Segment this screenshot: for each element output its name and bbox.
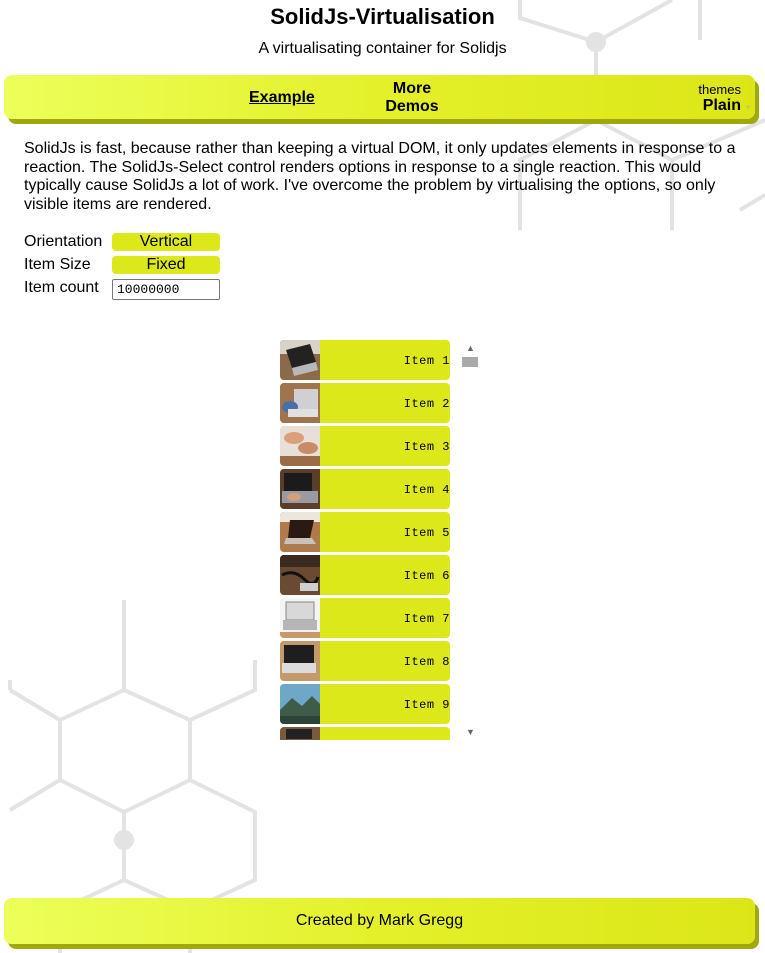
list-item[interactable]: Item 3 <box>280 426 450 466</box>
list-item-label: Item 1 <box>403 354 450 368</box>
open-laptop-photo <box>280 598 320 638</box>
page-title: SolidJs-Virtualisation <box>270 4 495 29</box>
list-item-label: Item 3 <box>403 440 450 454</box>
hands-keyboard-photo <box>280 426 320 466</box>
item-size-toggle-button[interactable]: Fixed <box>112 256 220 274</box>
list-item-label: Item 8 <box>403 655 450 669</box>
desk-cables-photo <box>280 555 320 595</box>
typing-laptop-photo <box>280 469 320 509</box>
chevron-down-icon: ▼ <box>744 103 752 112</box>
themes-label: themes <box>698 82 741 97</box>
list-item-label: Item 4 <box>403 483 450 497</box>
hands-laptop-photo <box>280 383 320 423</box>
list-item-label: Item 6 <box>403 569 450 583</box>
laptop-table-photo <box>280 512 320 552</box>
list-item-label: Item 2 <box>403 397 450 411</box>
footer-credit: Created by Mark Gregg <box>295 912 464 929</box>
header-nav-bar: Example More Demos themes Plain ▼ <box>4 75 755 119</box>
list-item[interactable]: Item 6 <box>280 555 450 595</box>
list-item[interactable]: Item 5 <box>280 512 450 552</box>
scroll-down-arrow-icon[interactable]: ▼ <box>466 727 475 737</box>
nav-more-demos-menu[interactable]: More Demos <box>376 80 448 116</box>
scrollbar-thumb[interactable] <box>462 357 478 367</box>
item-count-input[interactable] <box>112 279 220 300</box>
nav-more-demos-line2: Demos <box>385 98 439 115</box>
laptop-wood-photo <box>280 641 320 681</box>
nav-link-example[interactable]: Example <box>249 89 315 107</box>
page-subtitle: A virtualisating container for Solidjs <box>258 40 507 57</box>
list-item[interactable]: Item 8 <box>280 641 450 681</box>
laptop-desk-photo <box>280 340 320 380</box>
scroll-up-arrow-icon[interactable]: ▲ <box>466 343 475 353</box>
list-item[interactable]: Item 1 <box>280 340 450 380</box>
list-item[interactable]: Item 7 <box>280 598 450 638</box>
intro-paragraph: SolidJs is fast, because rather than kee… <box>24 140 736 213</box>
nav-more-demos-line1: More <box>392 80 432 97</box>
list-item[interactable]: Item 9 <box>280 684 450 724</box>
list-item[interactable]: Item 2 <box>280 383 450 423</box>
list-item-label: Item 7 <box>403 612 450 626</box>
list-item-label: Item 5 <box>403 526 450 540</box>
partial-photo <box>280 727 320 740</box>
virtual-list-viewport[interactable]: Item 1 Item 2 Item 3 Item 4 Item 5 Item … <box>280 340 452 740</box>
themes-selector[interactable]: themes Plain ▼ <box>698 82 752 115</box>
list-item[interactable] <box>280 727 450 740</box>
list-item-label: Item 9 <box>403 698 450 712</box>
mountain-landscape-photo <box>280 684 320 724</box>
list-item[interactable]: Item 4 <box>280 469 450 509</box>
item-count-label: Item count <box>24 279 99 296</box>
orientation-label: Orientation <box>24 233 103 250</box>
orientation-toggle-button[interactable]: Vertical <box>112 233 220 251</box>
virtual-list-scrollbar[interactable]: ▲ ▼ <box>460 340 480 740</box>
footer-bar: Created by Mark Gregg <box>4 898 755 944</box>
themes-value: Plain <box>702 97 741 114</box>
item-size-label: Item Size <box>24 256 91 273</box>
